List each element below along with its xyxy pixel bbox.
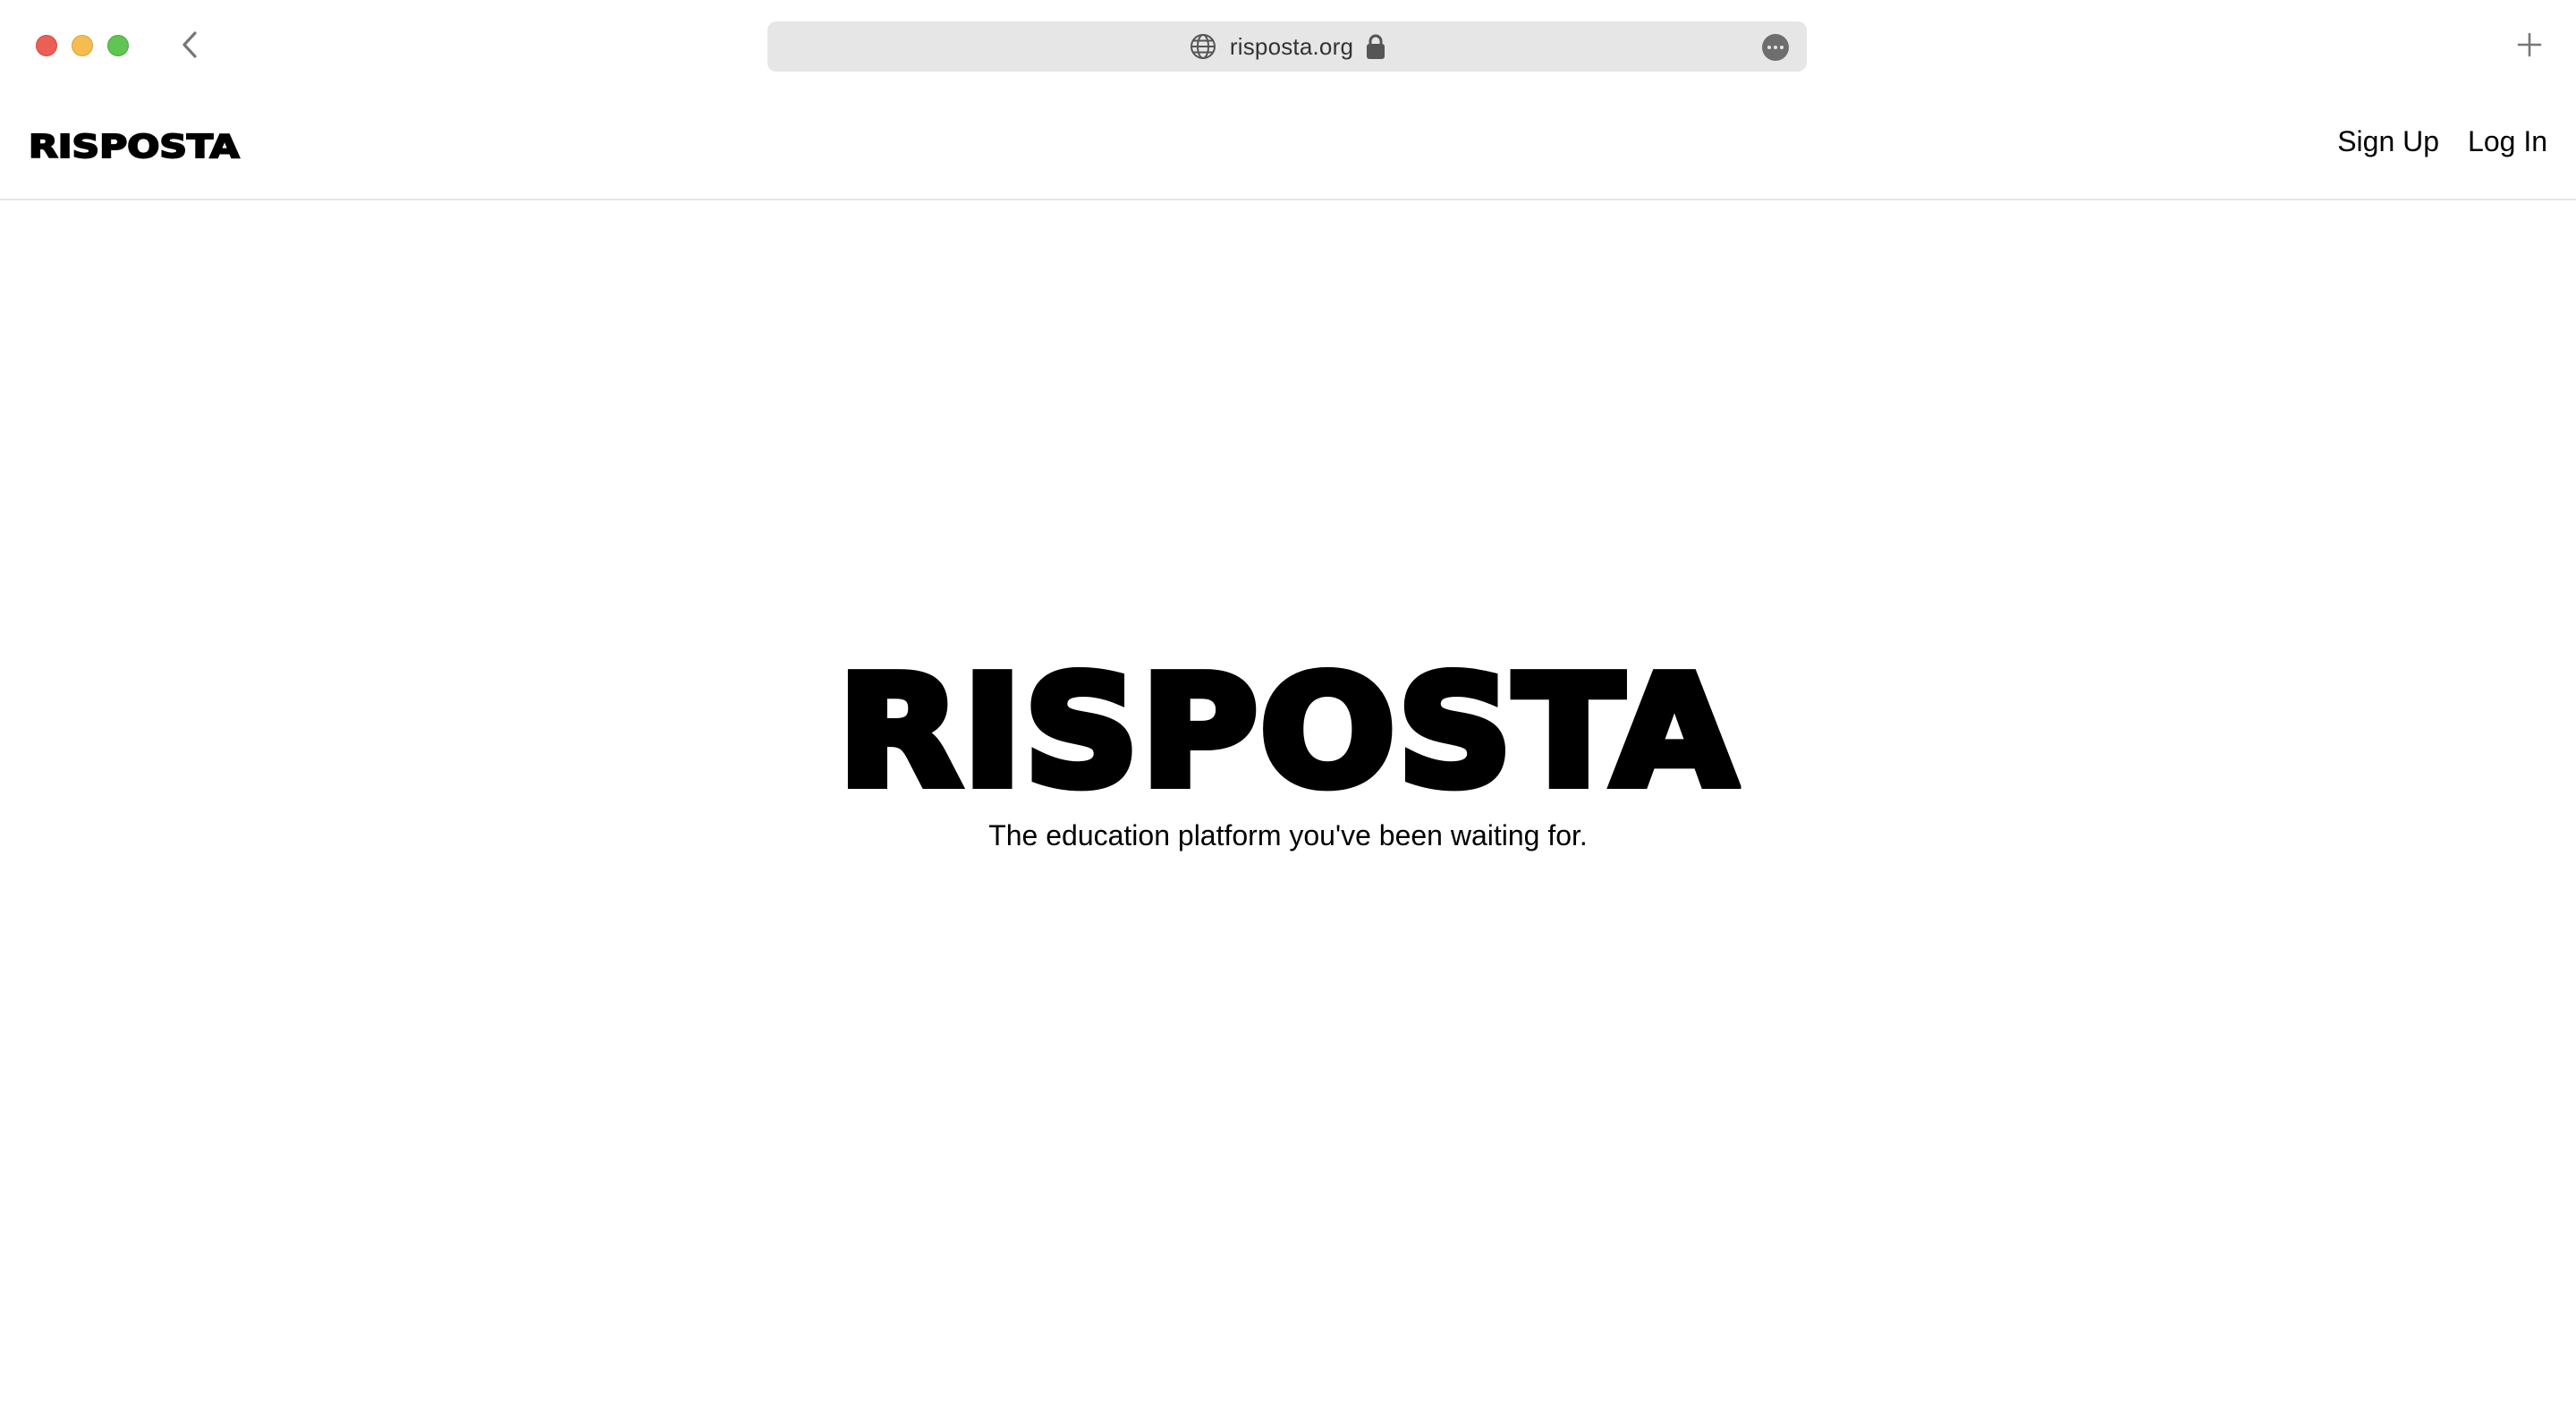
address-bar-content: risposta.org	[767, 21, 1807, 72]
sign-up-link[interactable]: Sign Up	[2337, 125, 2439, 158]
lock-icon	[1367, 34, 1385, 59]
brand-logo[interactable]: RISPOSTA	[28, 128, 241, 166]
address-bar[interactable]: risposta.org	[767, 21, 1807, 72]
zoom-window-button[interactable]	[107, 35, 129, 56]
hero-subtitle: The education platform you've been waiti…	[988, 819, 1588, 851]
site-header: RISPOSTA Sign Up Log In	[0, 93, 2576, 200]
url-text: risposta.org	[1229, 32, 1354, 60]
top-nav: Sign Up Log In	[2337, 125, 2547, 158]
minimize-window-button[interactable]	[72, 35, 93, 56]
hero-title: RISPOSTA	[834, 644, 1741, 821]
globe-icon	[1190, 34, 1216, 59]
back-button[interactable]	[175, 27, 204, 63]
log-in-link[interactable]: Log In	[2468, 125, 2547, 158]
hero-section: RISPOSTA The education platform you've b…	[0, 200, 2576, 1406]
chevron-left-icon	[182, 31, 197, 58]
new-tab-button[interactable]	[2512, 27, 2547, 63]
close-window-button[interactable]	[36, 35, 57, 56]
plus-icon	[2517, 32, 2542, 57]
browser-toolbar: risposta.org	[0, 0, 2576, 93]
ellipsis-circle-icon[interactable]	[1762, 34, 1789, 61]
